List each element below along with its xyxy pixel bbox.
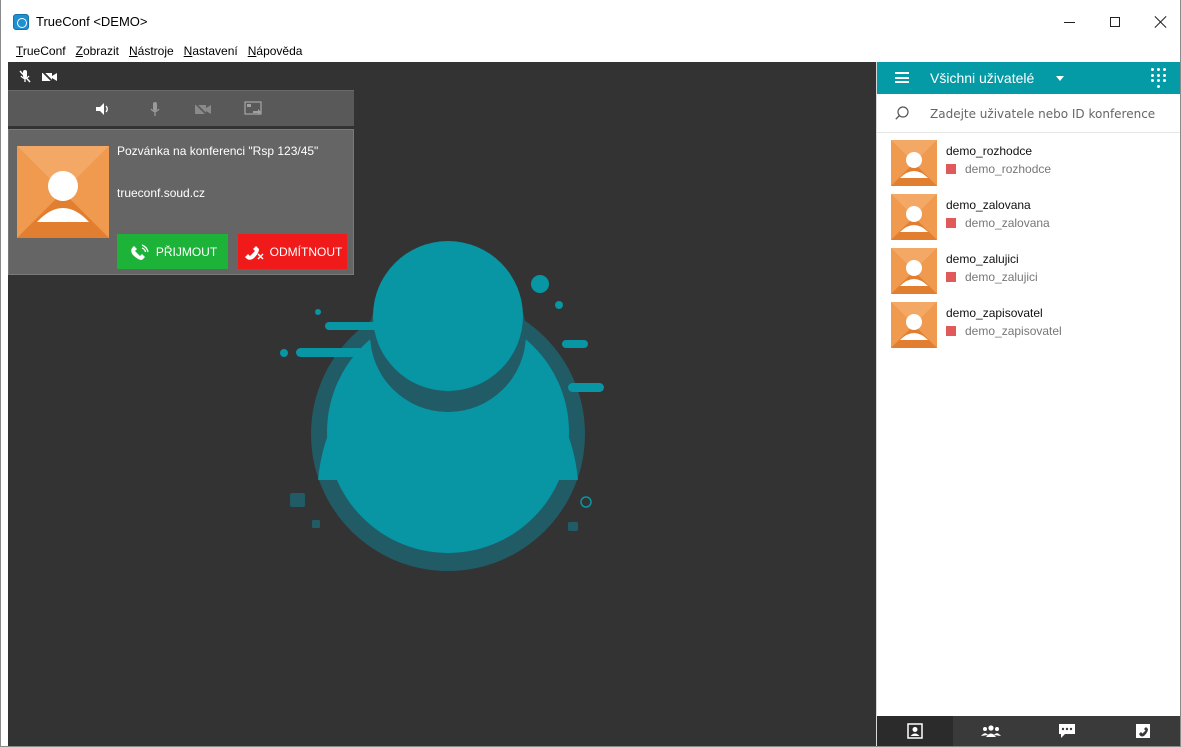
tab-call-history[interactable] — [1105, 716, 1181, 746]
title-bar: TrueConf <DEMO> — [1, 0, 1180, 40]
contact-login: demo_rozhodce — [965, 162, 1052, 176]
chat-tab-icon — [1059, 724, 1075, 738]
contact-filter-dropdown[interactable]: Všichni uživatelé — [930, 70, 1034, 86]
avatar — [891, 302, 937, 348]
offline-status-icon — [946, 326, 956, 336]
contact-name: demo_zapisovatel — [946, 306, 1043, 320]
offline-status-icon — [946, 272, 956, 282]
minimize-icon — [1063, 21, 1075, 23]
tab-contacts[interactable] — [877, 716, 953, 746]
mic-muted-icon — [19, 70, 31, 83]
contact-name: demo_rozhodce — [946, 144, 1033, 158]
close-button[interactable] — [1138, 6, 1181, 38]
contact-name: demo_zalovana — [946, 198, 1031, 212]
conferences-tab-icon — [981, 725, 1001, 737]
menu-settings[interactable]: Nastavení — [184, 44, 238, 58]
contact-item[interactable]: demo_rozhodce demo_rozhodce — [877, 136, 1180, 190]
menu-trueconf[interactable]: TrueConf — [16, 44, 66, 58]
screen-share-icon[interactable] — [244, 100, 262, 118]
camera-off-icon — [41, 71, 57, 83]
contact-login: demo_zalovana — [965, 216, 1050, 230]
sidebar-tab-bar — [877, 716, 1180, 746]
search-bar — [877, 94, 1180, 133]
caller-avatar — [17, 146, 109, 238]
contact-item[interactable]: demo_zalovana demo_zalovana — [877, 190, 1180, 244]
menu-view[interactable]: Zobrazit — [76, 44, 119, 58]
microphone-icon[interactable] — [146, 100, 164, 118]
sidebar-header: Všichni uživatelé — [877, 62, 1180, 94]
avatar — [891, 194, 937, 240]
phone-hangup-icon — [244, 245, 264, 260]
invitation-title: Pozvánka na konferenci "Rsp 123/45" — [117, 144, 319, 158]
user-placeholder-illustration — [280, 241, 604, 571]
maximize-icon — [1110, 17, 1120, 27]
tab-conferences[interactable] — [953, 716, 1029, 746]
menu-help[interactable]: Nápověda — [248, 44, 303, 58]
phone-ringing-icon — [131, 243, 149, 260]
camera-icon[interactable] — [194, 100, 212, 118]
dialpad-icon[interactable] — [1151, 68, 1167, 88]
minimize-button[interactable] — [1046, 6, 1092, 38]
media-status — [8, 62, 108, 90]
accept-call-label: PŘIJMOUT — [155, 244, 218, 259]
contact-login: demo_zalujici — [965, 270, 1038, 284]
search-input[interactable] — [930, 103, 1170, 125]
call-history-tab-icon — [1136, 724, 1150, 738]
contact-login: demo_zapisovatel — [965, 324, 1062, 338]
hamburger-menu-icon[interactable] — [895, 72, 909, 83]
media-toolbar — [8, 90, 354, 126]
offline-status-icon — [946, 218, 956, 228]
contact-name: demo_zalujici — [946, 252, 1019, 266]
menu-tools[interactable]: Nástroje — [129, 44, 174, 58]
search-icon — [895, 106, 909, 120]
close-icon — [1154, 15, 1168, 29]
tab-chat[interactable] — [1029, 716, 1105, 746]
contact-item[interactable]: demo_zalujici demo_zalujici — [877, 244, 1180, 298]
invitation-host: trueconf.soud.cz — [117, 186, 206, 200]
window-title: TrueConf <DEMO> — [36, 14, 148, 29]
contacts-tab-icon — [907, 723, 923, 739]
accept-call-button[interactable]: PŘIJMOUT — [117, 234, 228, 269]
speaker-icon[interactable] — [94, 100, 112, 118]
contact-item[interactable]: demo_zapisovatel demo_zapisovatel — [877, 298, 1180, 352]
maximize-button[interactable] — [1092, 6, 1138, 38]
trueconf-logo-icon — [13, 14, 29, 30]
menu-bar: TrueConf Zobrazit Nástroje Nastavení Náp… — [1, 40, 1180, 62]
offline-status-icon — [946, 164, 956, 174]
chevron-down-icon[interactable] — [1056, 76, 1064, 81]
avatar — [891, 248, 937, 294]
contacts-sidebar: Všichni uživatelé demo_rozhodce — [876, 62, 1180, 746]
avatar — [891, 140, 937, 186]
